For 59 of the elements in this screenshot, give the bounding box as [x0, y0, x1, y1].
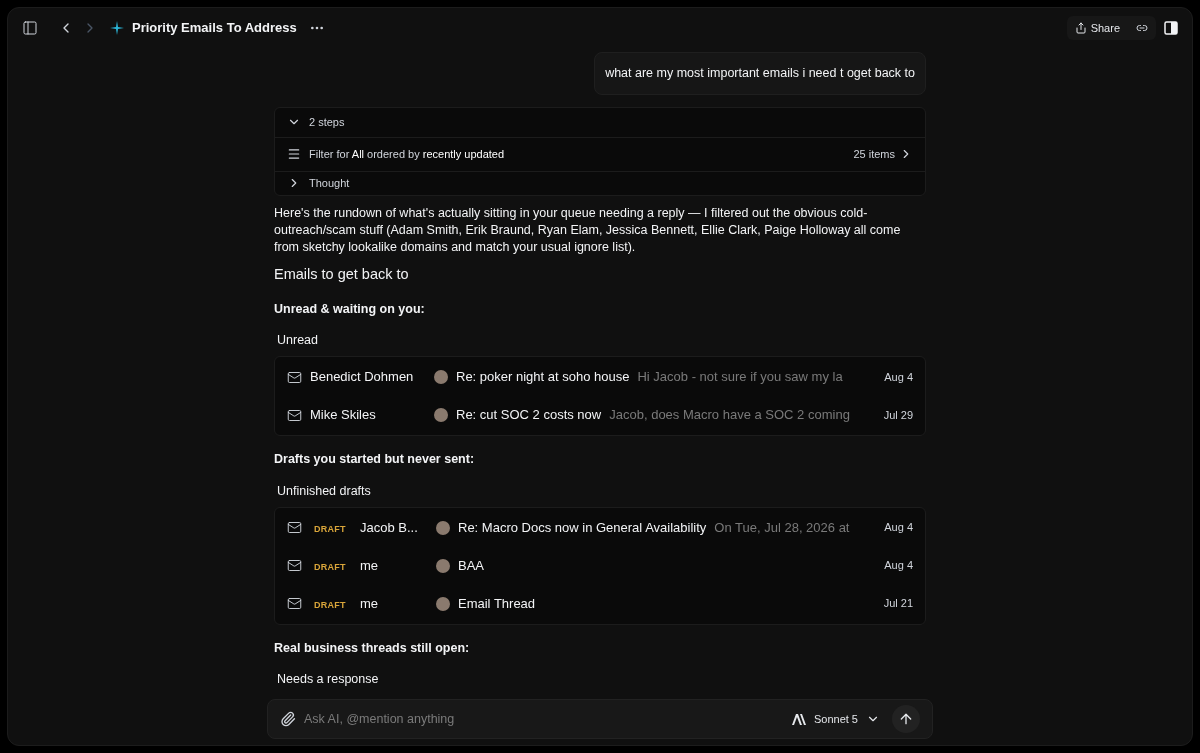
share-icon — [1074, 22, 1087, 34]
mail-icon — [287, 407, 302, 423]
section-heading: Real business threads still open: — [274, 639, 471, 657]
email-row[interactable]: Mike Skiles Re: cut SOC 2 costs now Jacob, does Macro have a SOC 2 coming Jul 29 — [275, 396, 925, 434]
sender-name: Jacob B... — [360, 518, 419, 537]
sparkle-icon — [110, 21, 124, 35]
email-row[interactable]: Benedict Dohmen Re: poker night at soho house Hi Jacob - not sure if you saw my la Aug 4 — [275, 358, 925, 396]
email-subject: Re: cut SOC 2 costs now — [456, 406, 602, 425]
email-date: Aug 4 — [884, 369, 913, 385]
email-date: Jul 29 — [883, 407, 913, 423]
section-heading: Unread & waiting on you: — [274, 300, 426, 318]
email-preview: Jacob, does Macro have a SOC 2 coming — [609, 406, 850, 425]
list-icon — [287, 147, 301, 162]
list-title: Unread — [277, 332, 319, 350]
mail-icon — [287, 596, 302, 611]
attach-icon[interactable] — [280, 711, 296, 727]
email-subject: BAA — [458, 556, 484, 575]
filter-description: Filter for All ordered by recently updated — [309, 147, 505, 162]
user-message: what are my most important emails i need t oget back to — [594, 52, 926, 95]
draft-tag: DRAFT — [310, 523, 350, 534]
sender-name: Benedict Dohmen — [310, 368, 415, 387]
email-date: Jul 21 — [883, 596, 913, 612]
avatar-icon — [436, 558, 450, 573]
sender-name: me — [360, 556, 380, 575]
avatar-icon — [434, 408, 448, 422]
sender-name: me — [360, 594, 380, 613]
email-row[interactable]: DRAFT me BAA Aug 4 — [275, 546, 925, 585]
email-row[interactable]: DRAFT Jacob B... Re: Macro Docs now in General Availability On Tue, Jul 28, 2026 at Aug 4 — [275, 508, 925, 547]
thought-toggle[interactable]: Thought — [275, 170, 925, 195]
reply-heading: Emails to get back to — [274, 264, 410, 284]
email-preview: Hi Jacob - not sure if you saw my la — [637, 368, 843, 387]
reply-paragraph: Here's the rundown of what's actually sitting in your queue needing a reply — I filtered out the obvious cold-outreach/scam stuff (Adam Smith, Erik Braund, Ryan Elam, Jessica Bennett, Ellie Clark, Paige Holloway all come from sketchy lookalike domains and match your usual ignore list). — [274, 204, 902, 256]
list-title: Needs a response — [277, 671, 380, 689]
items-count-link[interactable]: 25 items — [853, 146, 913, 163]
email-date: Aug 4 — [884, 558, 913, 574]
email-row[interactable]: DRAFT me Email Thread Jul 21 — [275, 584, 925, 623]
chat-input-bar[interactable]: Ask AI, @mention anything Sonnet 5 — [267, 699, 933, 739]
email-subject: Re: poker night at soho house — [456, 368, 630, 387]
list-title: Unfinished drafts — [277, 482, 372, 500]
draft-tag: DRAFT — [310, 561, 350, 572]
avatar-icon — [436, 596, 450, 611]
email-preview: On Tue, Jul 28, 2026 at — [714, 518, 850, 537]
sender-name: Mike Skiles — [310, 406, 377, 425]
email-subject: Email Thread — [458, 594, 536, 613]
section-heading: Drafts you started but never sent: — [274, 451, 476, 468]
avatar-icon — [434, 370, 448, 384]
document-title: Priority Emails To Address — [132, 19, 297, 38]
model-logo-icon — [791, 713, 806, 725]
steps-toggle[interactable]: 2 steps — [275, 107, 925, 137]
mail-icon — [287, 520, 302, 535]
chat-input[interactable]: Ask AI, @mention anything — [304, 709, 792, 729]
send-button[interactable] — [892, 705, 920, 733]
model-selector[interactable]: Sonnet 5 — [791, 710, 880, 728]
mail-icon — [287, 369, 302, 385]
draft-tag: DRAFT — [310, 599, 350, 610]
email-date: Aug 4 — [884, 520, 913, 536]
avatar-icon — [436, 520, 450, 535]
email-subject: Re: Macro Docs now in General Availability — [458, 518, 707, 537]
mail-icon — [287, 558, 302, 573]
